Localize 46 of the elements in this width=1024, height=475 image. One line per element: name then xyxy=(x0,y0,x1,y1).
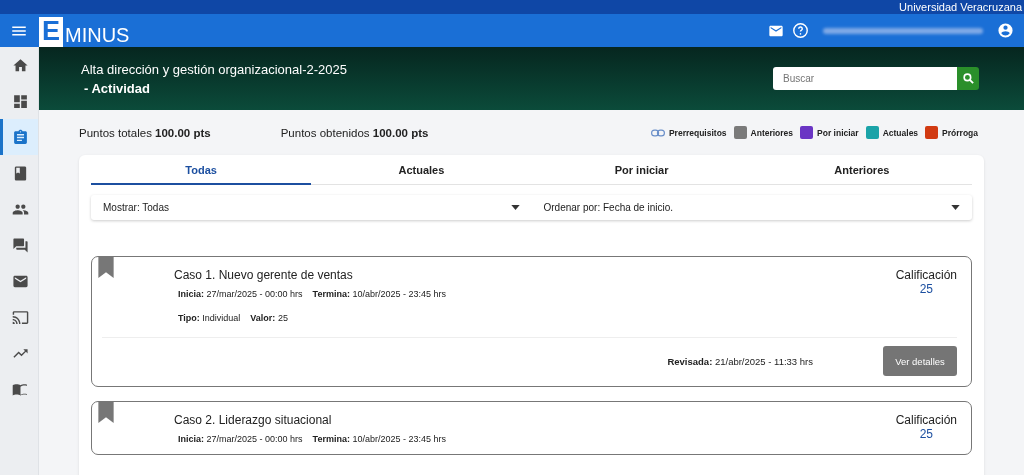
activity-title: Caso 1. Nuevo gerente de ventas xyxy=(174,268,354,282)
activity-value: Valor: 25 xyxy=(250,313,288,323)
grade-label: Calificación xyxy=(895,413,957,427)
end-date: Termina: 10/abr/2025 - 23:45 hrs xyxy=(312,289,446,299)
course-title: Alta dirección y gestión organizacional-2-2025 xyxy=(81,61,347,77)
grade-value: 25 xyxy=(918,427,934,441)
tab[interactable]: Anteriores xyxy=(751,155,972,185)
logo[interactable]: E MINUS xyxy=(39,14,130,47)
help-icon[interactable] xyxy=(792,22,809,39)
filter-dropdown[interactable]: Ordenar por: Fecha de inicio. xyxy=(531,195,972,220)
chat-icon xyxy=(12,236,29,254)
activity-type: Tipo: Individual xyxy=(178,313,241,323)
caret-icon xyxy=(951,205,960,210)
section-title: - Actividad xyxy=(83,80,151,96)
home-icon xyxy=(12,56,29,74)
tab[interactable]: Todas xyxy=(91,155,312,185)
legend-label: Prórroga xyxy=(942,127,978,138)
tab[interactable]: Por iniciar xyxy=(531,155,752,185)
cast-icon xyxy=(12,308,29,326)
filter-dropdown[interactable]: Mostrar: Todas xyxy=(91,195,532,220)
legend-label: Prerrequisitos xyxy=(668,127,727,138)
end-date: Termina: 10/abr/2025 - 23:45 hrs xyxy=(312,434,446,444)
account-icon[interactable] xyxy=(997,22,1014,39)
search-icon xyxy=(961,72,975,85)
caret-icon xyxy=(510,205,520,210)
legend-label: Actuales xyxy=(882,127,919,138)
details-button[interactable]: Ver detalles xyxy=(883,346,957,376)
legend-label: Anteriores xyxy=(750,127,794,138)
reviewed-date: Revisada: 21/abr/2025 - 11:33 hrs xyxy=(667,355,813,367)
search-field[interactable]: Buscar xyxy=(773,67,957,90)
grade-label: Calificación xyxy=(895,268,957,282)
clipboard-icon xyxy=(12,128,29,146)
legend-label: Por iniciar xyxy=(817,127,859,138)
points-summary: Puntos obtenidos 100.00 pts xyxy=(280,126,429,139)
institution-name: Universidad Veracruzana xyxy=(899,1,1022,13)
points-summary: Puntos totales 100.00 pts xyxy=(79,126,211,139)
search-button[interactable] xyxy=(957,67,979,90)
book-icon xyxy=(12,164,29,182)
tab[interactable]: Actuales xyxy=(311,155,532,185)
dashboard-icon xyxy=(12,92,29,110)
sidebar-item[interactable] xyxy=(0,119,38,155)
grade-value: 25 xyxy=(918,282,934,296)
start-date: Inicia: 27/mar/2025 - 00:00 hrs xyxy=(178,434,303,444)
link-icon xyxy=(650,128,665,137)
activity-title: Caso 2. Liderazgo situacional xyxy=(174,413,333,427)
start-date: Inicia: 27/mar/2025 - 00:00 hrs xyxy=(178,289,303,299)
